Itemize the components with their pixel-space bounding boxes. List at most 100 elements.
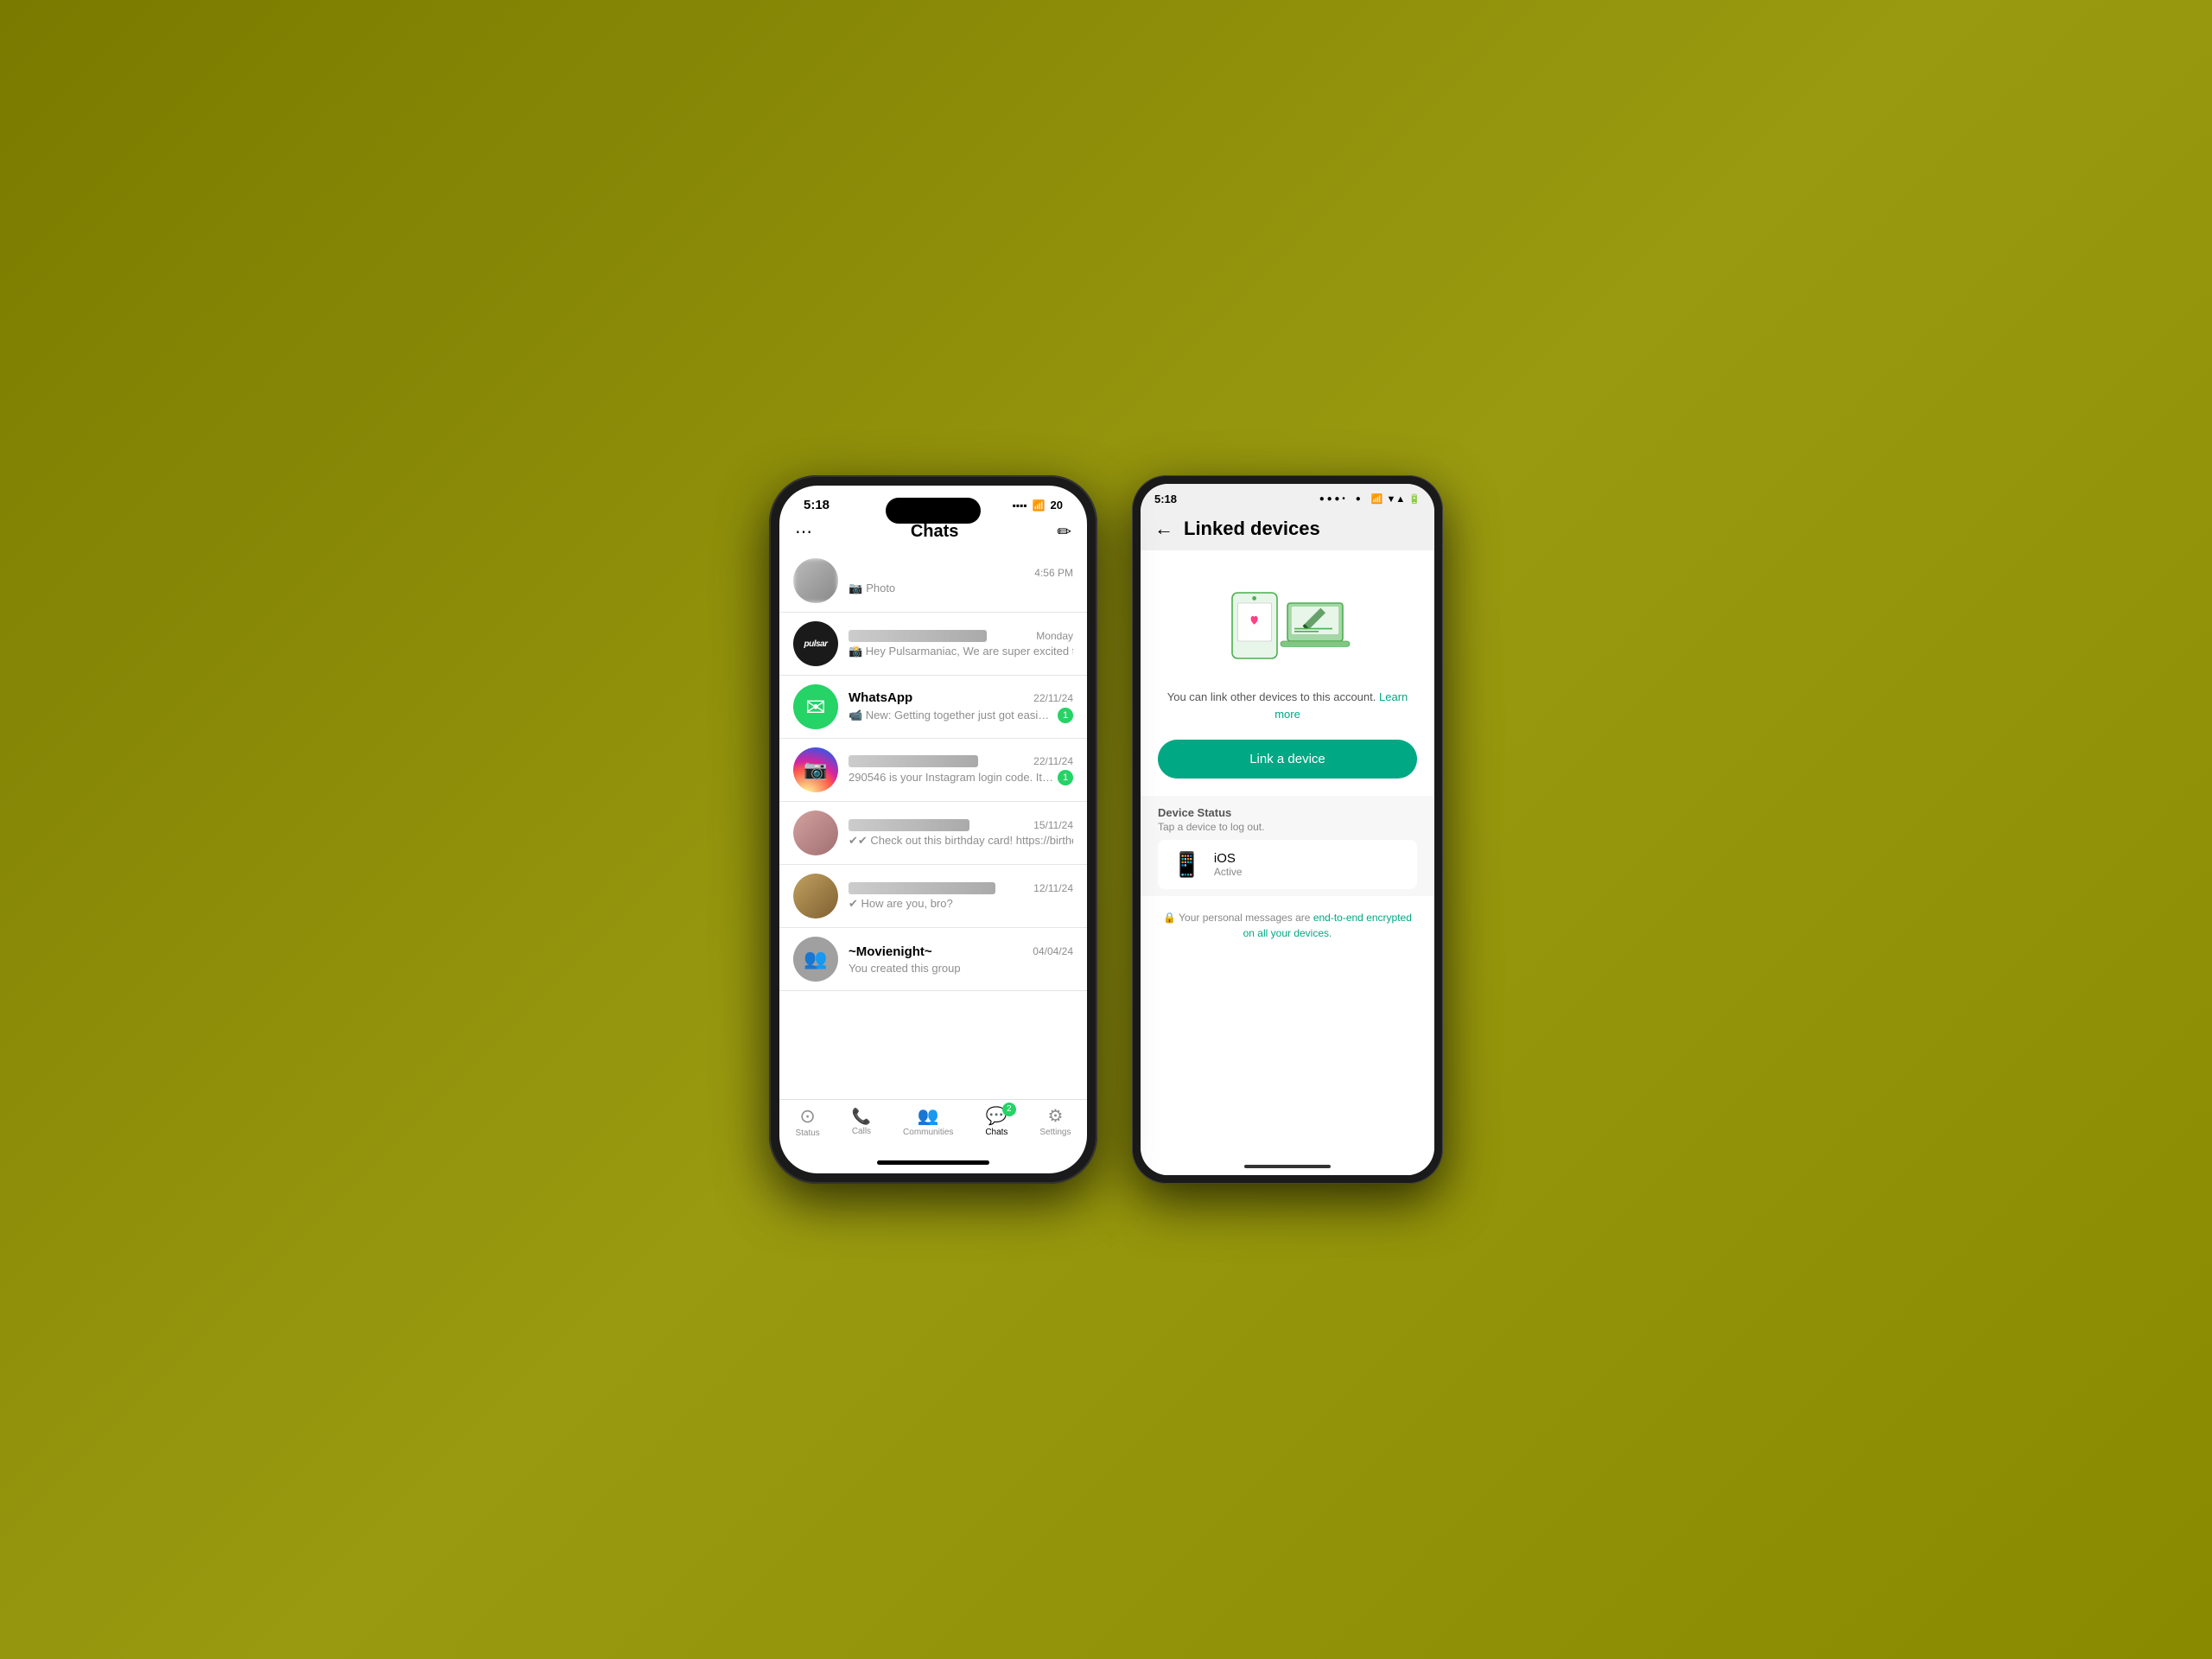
chat-list: 4:56 PM 📷 Photo pulsar <box>779 550 1087 1099</box>
chat-name-row: 4:56 PM <box>849 567 1073 579</box>
tab-communities-label: Communities <box>903 1128 953 1137</box>
chats-title: Chats <box>911 522 959 542</box>
android-status-icons: ● ● ● • ● 📶 ▼▲ 🔋 <box>1319 493 1421 505</box>
tab-chats[interactable]: 💬 2 Chats <box>985 1108 1007 1137</box>
tab-chats-label: Chats <box>985 1128 1007 1137</box>
pulsar-logo: pulsar <box>793 621 838 666</box>
lock-icon: 🔒 <box>1163 912 1179 924</box>
chat-name-row: 12/11/24 <box>849 882 1073 894</box>
chat-preview: You created this group <box>849 962 1073 975</box>
back-button[interactable]: ← <box>1154 518 1173 540</box>
chat-item[interactable]: pulsar Monday 📸 Hey Pulsarmaniac, We are… <box>779 613 1087 676</box>
chat-time: 12/11/24 <box>1033 882 1073 894</box>
chat-time: 22/11/24 <box>1033 692 1073 704</box>
chat-preview: 📹 New: Getting together just got easier … <box>849 708 1073 723</box>
chat-preview: ✔ How are you, bro? <box>849 897 1073 911</box>
description-text: You can link other devices to this accou… <box>1167 690 1376 703</box>
unread-badge: 1 <box>1058 770 1073 785</box>
chats-badge: 2 <box>1002 1103 1016 1116</box>
ios-device-icon: 📱 <box>1172 850 1202 879</box>
communities-icon: 👥 <box>918 1108 939 1125</box>
signal-icon: 📶 <box>1371 493 1383 505</box>
more-options-button[interactable]: ⋯ <box>795 521 812 543</box>
encryption-text: Your personal messages are end-to-end en… <box>1179 912 1412 939</box>
edit-button[interactable]: ✏ <box>1057 521 1071 543</box>
chat-name-blurred <box>849 630 987 642</box>
wifi-icon: 📶 <box>1033 499 1046 512</box>
device-item-ios[interactable]: 📱 iOS Active <box>1158 840 1417 889</box>
chat-content: WhatsApp 22/11/24 📹 New: Getting togethe… <box>849 690 1073 723</box>
avatar <box>793 874 838 918</box>
avatar: 📷 <box>793 747 838 792</box>
chat-item[interactable]: ✉ WhatsApp 22/11/24 📹 New: Getting toget… <box>779 676 1087 739</box>
tab-calls[interactable]: 📞 Calls <box>852 1109 871 1136</box>
chat-content: 15/11/24 ✔✔ Check out this birthday card… <box>849 819 1073 848</box>
tab-bar: ⊙ Status 📞 Calls 👥 Communities 💬 2 Ch <box>779 1099 1087 1155</box>
chat-item[interactable]: 📷 22/11/24 290546 is your Instagram logi… <box>779 739 1087 802</box>
tab-status[interactable]: ⊙ Status <box>795 1107 819 1138</box>
chat-name: WhatsApp <box>849 690 912 705</box>
group-icon: 👥 <box>804 948 827 970</box>
tab-calls-label: Calls <box>852 1127 871 1136</box>
camera-dot: ● <box>1356 494 1361 504</box>
avatar: ✉ <box>793 684 838 729</box>
calls-icon: 📞 <box>852 1109 871 1124</box>
device-status-subtitle: Tap a device to log out. <box>1158 821 1417 833</box>
tab-settings[interactable]: ⚙ Settings <box>1039 1108 1071 1137</box>
chat-item[interactable]: 4:56 PM 📷 Photo <box>779 550 1087 613</box>
chat-name-row: WhatsApp 22/11/24 <box>849 690 1073 705</box>
chat-content: 4:56 PM 📷 Photo <box>849 567 1073 595</box>
avatar <box>793 558 838 603</box>
chat-item[interactable]: 15/11/24 ✔✔ Check out this birthday card… <box>779 802 1087 865</box>
chat-time: 4:56 PM <box>1034 567 1073 579</box>
iphone-screen: 5:18 ▪▪▪▪ 📶 20 ⋯ Chats ✏ <box>779 486 1087 1173</box>
chat-content: Monday 📸 Hey Pulsarmaniac, We are super … <box>849 630 1073 658</box>
chat-preview: ✔✔ Check out this birthday card! https:/… <box>849 834 1073 848</box>
chat-content: 12/11/24 ✔ How are you, bro? <box>849 882 1073 911</box>
android-content: You can link other devices to this accou… <box>1141 550 1434 1175</box>
avatar <box>793 810 838 855</box>
battery-icon-android: 🔋 <box>1408 493 1421 505</box>
linked-devices-illustration <box>1141 550 1434 689</box>
chat-name-row: 15/11/24 <box>849 819 1073 831</box>
device-info: iOS Active <box>1214 851 1243 878</box>
chat-name-row: Monday <box>849 630 1073 642</box>
iphone-status-bar: 5:18 ▪▪▪▪ 📶 20 <box>779 486 1087 518</box>
tab-communities[interactable]: 👥 Communities <box>903 1108 953 1137</box>
chat-time: 04/04/24 <box>1033 945 1073 957</box>
status-icon: ⊙ <box>799 1107 815 1126</box>
linked-devices-description: You can link other devices to this accou… <box>1141 689 1434 740</box>
dynamic-island <box>886 498 981 524</box>
android-home-indicator <box>1141 1158 1434 1175</box>
chat-preview: 290546 is your Instagram login code. It … <box>849 770 1073 785</box>
chat-name-row: 22/11/24 <box>849 755 1073 767</box>
settings-icon: ⚙ <box>1047 1108 1063 1125</box>
linked-devices-title: Linked devices <box>1184 518 1320 540</box>
android-header: ← Linked devices <box>1141 511 1434 550</box>
tab-settings-label: Settings <box>1039 1128 1071 1137</box>
link-device-button[interactable]: Link a device <box>1158 740 1417 779</box>
notification-icons: ● ● ● • <box>1319 494 1345 504</box>
encryption-notice: 🔒 Your personal messages are end-to-end … <box>1141 896 1434 955</box>
chat-name-blurred <box>849 755 978 767</box>
device-name: iOS <box>1214 851 1243 866</box>
chat-item[interactable]: 12/11/24 ✔ How are you, bro? <box>779 865 1087 928</box>
device-status-active: Active <box>1214 866 1243 878</box>
device-status-title: Device Status <box>1158 806 1417 819</box>
chat-preview: 📸 Hey Pulsarmaniac, We are super excited… <box>849 645 1073 658</box>
instagram-icon: 📷 <box>804 759 827 781</box>
chat-item[interactable]: 👥 ~Movienight~ 04/04/24 You created this… <box>779 928 1087 991</box>
iphone-home-bar <box>779 1155 1087 1173</box>
battery-icon: 20 <box>1051 499 1063 512</box>
avatar-image <box>793 558 838 603</box>
android-time: 5:18 <box>1154 493 1177 505</box>
tab-status-label: Status <box>795 1128 819 1138</box>
chat-name-blurred <box>849 819 969 831</box>
chat-time: 22/11/24 <box>1033 755 1073 767</box>
spacer <box>1141 955 1434 1158</box>
chat-name: ~Movienight~ <box>849 944 932 959</box>
android-home-bar <box>1244 1165 1331 1168</box>
unread-badge: 1 <box>1058 708 1073 723</box>
chat-name-blurred <box>849 882 995 894</box>
iphone-time: 5:18 <box>804 498 830 512</box>
